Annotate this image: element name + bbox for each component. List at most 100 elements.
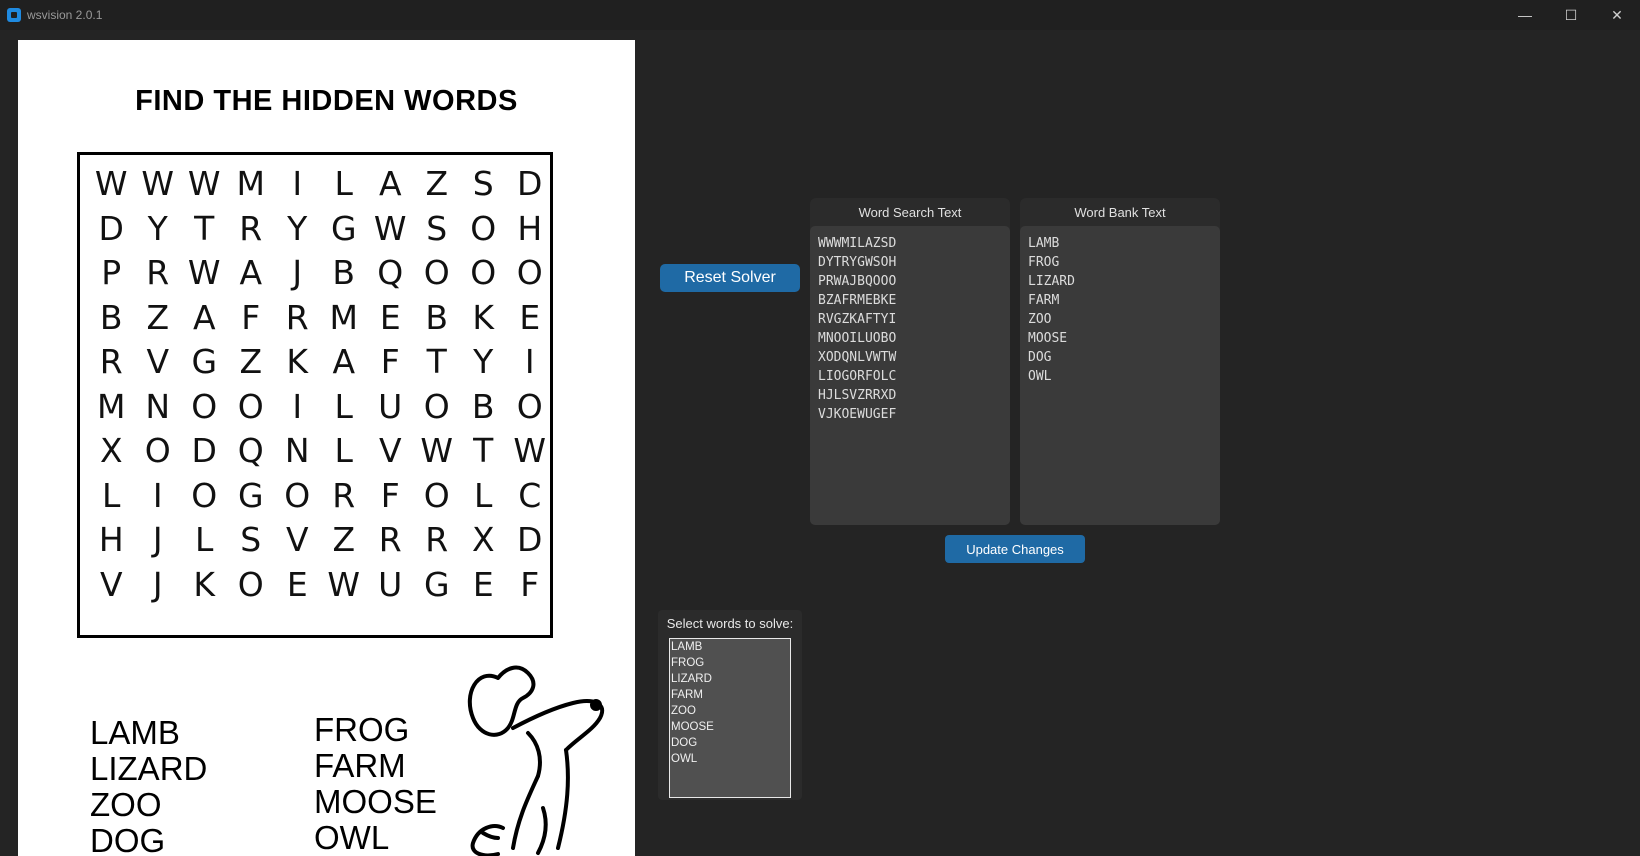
grid-letter: M <box>329 297 358 337</box>
select-word-option[interactable]: OWL <box>670 751 790 767</box>
window-controls: — ☐ ✕ <box>1502 0 1640 30</box>
select-word-option[interactable]: LIZARD <box>670 671 790 687</box>
minimize-button[interactable]: — <box>1502 0 1548 30</box>
word-bank-line: FROG <box>1028 255 1060 270</box>
grid-letter: I <box>292 164 303 203</box>
dog-illustration <box>467 665 604 856</box>
word-search-line: VJKOEWUGEF <box>818 407 897 422</box>
grid-row: HJLSVZRRXD <box>88 517 553 563</box>
grid-letter: A <box>332 342 356 381</box>
grid-letter: L <box>195 520 214 559</box>
update-changes-button[interactable]: Update Changes <box>945 535 1085 563</box>
word-search-label: Word Search Text <box>858 205 962 220</box>
grid-letter: R <box>425 520 449 559</box>
grid-letter: I <box>152 475 163 515</box>
bank-word: OWL <box>314 819 390 856</box>
bank-word: MOOSE <box>314 783 437 820</box>
grid-letter: L <box>474 475 493 515</box>
bank-word: LAMB <box>90 714 180 751</box>
grid-letter: F <box>520 564 540 604</box>
select-words-listbox[interactable]: LAMB FROG LIZARD FARM ZOO MOOSE DOG OWL <box>669 638 791 798</box>
word-bank-lines: LAMB FROG LIZARD FARM ZOO MOOSE DOG OWL <box>1028 234 1075 386</box>
grid-letter: F <box>380 475 400 515</box>
word-bank-line: LIZARD <box>1028 274 1075 289</box>
word-bank-left-column: LAMB LIZARD ZOO DOG <box>90 715 207 856</box>
word-search-line: MNOOILUOBO <box>818 331 897 346</box>
word-bank-textbox[interactable]: LAMB FROG LIZARD FARM ZOO MOOSE DOG OWL <box>1020 226 1220 525</box>
word-search-textbox[interactable]: WWWMILAZSD DYTRYGWSOH PRWAJBQOOO BZAFRMEBKE… <box>810 226 1010 525</box>
word-bank-label: Word Bank Text <box>1074 205 1166 220</box>
grid-letter: S <box>426 208 448 248</box>
grid-letter: M <box>97 386 126 426</box>
grid-letter: S <box>472 164 494 203</box>
grid-letter: O <box>144 431 171 470</box>
reset-solver-button[interactable]: Reset Solver <box>660 264 800 292</box>
grid-row: MNOOILUOBO <box>88 384 553 430</box>
letter-grid: WWWMILAZSDDYTRYGWSOHPRWAJBQOOOBZAFRMEBKE… <box>77 152 553 638</box>
grid-letter: B <box>332 253 356 292</box>
grid-letter: L <box>334 164 353 203</box>
bank-word: DOG <box>90 822 166 856</box>
grid-row: LIOGORFOLC <box>88 473 553 519</box>
grid-letter: G <box>191 342 218 381</box>
grid-letter: C <box>518 475 542 515</box>
word-bank-right-column: FROG FARM MOOSE OWL <box>314 712 437 856</box>
grid-letter: R <box>378 520 402 559</box>
grid-letter: G <box>237 475 264 515</box>
select-word-option[interactable]: ZOO <box>670 703 790 719</box>
grid-letter: R <box>239 208 263 248</box>
grid-letter: B <box>425 297 449 337</box>
grid-letter: L <box>102 475 121 515</box>
grid-letter: O <box>191 386 218 426</box>
grid-letter: W <box>327 564 361 604</box>
select-word-option[interactable]: MOOSE <box>670 719 790 735</box>
word-search-line: DYTRYGWSOH <box>818 255 897 270</box>
word-bank-line: FARM <box>1028 293 1060 308</box>
select-word-option[interactable]: FARM <box>670 687 790 703</box>
grid-letter: W <box>373 208 407 248</box>
grid-letter: G <box>330 208 357 248</box>
grid-letter: T <box>194 208 215 248</box>
grid-letter: D <box>98 208 124 248</box>
word-search-line: PRWAJBQOOO <box>818 274 897 289</box>
grid-letter: J <box>152 564 163 604</box>
word-bank-line: MOOSE <box>1028 331 1068 346</box>
grid-letter: R <box>285 297 309 337</box>
grid-letter: Y <box>473 342 494 381</box>
grid-letter: O <box>284 475 311 515</box>
select-word-option[interactable]: DOG <box>670 735 790 751</box>
grid-letter: E <box>519 297 541 337</box>
maximize-button[interactable]: ☐ <box>1548 0 1594 30</box>
select-word-option[interactable]: FROG <box>670 655 790 671</box>
grid-letter: U <box>378 564 403 604</box>
puzzle-title: FIND THE HIDDEN WORDS <box>135 85 518 117</box>
grid-letter: F <box>380 342 400 381</box>
select-word-option[interactable]: LAMB <box>670 639 790 655</box>
grid-letter: O <box>237 386 264 426</box>
grid-letter: O <box>516 386 543 426</box>
grid-letter: K <box>472 297 495 337</box>
grid-letter: M <box>236 164 265 203</box>
grid-letter: N <box>284 431 310 470</box>
grid-row: RVGZKAFTYI <box>88 339 553 385</box>
grid-letter: Y <box>287 208 308 248</box>
grid-letter: G <box>423 564 450 604</box>
grid-letter: W <box>94 164 128 203</box>
grid-letter: Z <box>146 297 170 337</box>
grid-row: DYTRYGWSOH <box>88 206 553 252</box>
grid-letter: R <box>332 475 356 515</box>
grid-letter: L <box>334 386 353 426</box>
grid-letter: U <box>378 386 403 426</box>
grid-letter: I <box>292 386 303 426</box>
grid-letter: W <box>187 164 221 203</box>
grid-letter: W <box>513 431 547 470</box>
close-button[interactable]: ✕ <box>1594 0 1640 30</box>
app-icon <box>7 8 21 22</box>
grid-row: VJKOEWUGEF <box>88 562 553 608</box>
grid-letter: D <box>191 431 217 470</box>
grid-letter: H <box>517 208 543 248</box>
grid-letter: A <box>239 253 263 292</box>
grid-letter: O <box>470 208 497 248</box>
grid-row: XODQNLVWTW <box>88 428 553 474</box>
grid-letter: E <box>472 564 494 604</box>
